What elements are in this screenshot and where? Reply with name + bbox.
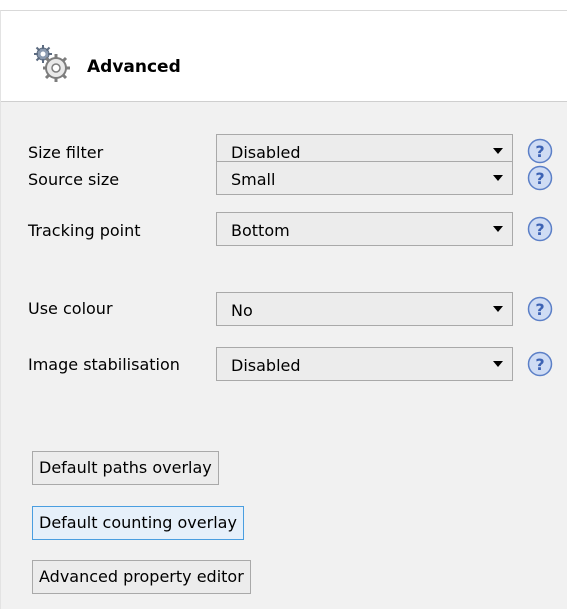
help-icon[interactable]: ? — [527, 165, 553, 191]
tracking-point-value: Bottom — [231, 221, 290, 240]
size-filter-label: Size filter — [28, 143, 104, 162]
advanced-property-editor-button[interactable]: Advanced property editor — [32, 560, 251, 594]
svg-text:?: ? — [535, 142, 544, 161]
image-stabilisation-label: Image stabilisation — [28, 355, 180, 374]
tracking-point-select[interactable]: Bottom — [216, 212, 513, 246]
use-colour-label: Use colour — [28, 299, 113, 318]
use-colour-value: No — [231, 301, 253, 320]
help-icon[interactable]: ? — [527, 296, 553, 322]
source-size-label: Source size — [28, 170, 120, 189]
dropdown-arrow-icon — [493, 361, 503, 367]
gear-icon — [34, 45, 70, 82]
source-size-select[interactable]: Small — [216, 161, 513, 195]
use-colour-select[interactable]: No — [216, 292, 513, 326]
dropdown-arrow-icon — [493, 175, 503, 181]
svg-text:?: ? — [535, 355, 544, 374]
svg-text:?: ? — [535, 169, 544, 188]
size-filter-value: Disabled — [231, 143, 301, 162]
dropdown-arrow-icon — [493, 226, 503, 232]
panel-title: Advanced — [87, 57, 181, 77]
svg-text:?: ? — [535, 300, 544, 319]
image-stabilisation-value: Disabled — [231, 356, 301, 375]
default-counting-overlay-button[interactable]: Default counting overlay — [32, 506, 244, 540]
panel-header: Advanced — [1, 11, 567, 102]
help-icon[interactable]: ? — [527, 216, 553, 242]
help-icon[interactable]: ? — [527, 138, 553, 164]
dropdown-arrow-icon — [493, 306, 503, 312]
help-icon[interactable]: ? — [527, 351, 553, 377]
source-size-value: Small — [231, 170, 276, 189]
dropdown-arrow-icon — [493, 148, 503, 154]
image-stabilisation-select[interactable]: Disabled — [216, 347, 513, 381]
svg-text:?: ? — [535, 220, 544, 239]
default-paths-overlay-button[interactable]: Default paths overlay — [32, 451, 219, 485]
tracking-point-label: Tracking point — [28, 221, 141, 240]
